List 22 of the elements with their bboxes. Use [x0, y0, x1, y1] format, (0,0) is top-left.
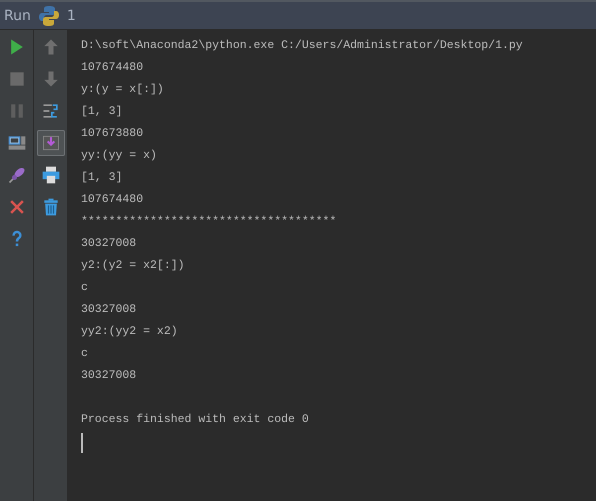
console-line: 107674480 — [81, 192, 144, 208]
console-line: c — [81, 280, 89, 296]
scroll-to-end-icon[interactable] — [36, 130, 64, 156]
text-cursor — [81, 433, 83, 453]
run-tab-label[interactable]: 1 — [66, 8, 76, 24]
console-line: [1, 3] — [81, 170, 124, 186]
console-line: D:\soft\Anaconda2\python.exe C:/Users/Administrator/Desktop/1.py — [81, 38, 524, 54]
console-line: y2:(y2 = x2[:]) — [81, 258, 186, 274]
panel-title: Run — [4, 8, 31, 24]
console-line: 107674480 — [81, 60, 144, 76]
console-line: 30327008 — [81, 236, 138, 252]
console-line: y:(y = x[:]) — [81, 82, 165, 98]
console-line: yy:(yy = x) — [81, 148, 158, 164]
python-icon — [36, 4, 61, 28]
console-line: 30327008 — [81, 302, 138, 318]
console-line: [1, 3] — [81, 104, 124, 120]
console-line: yy2:(yy2 = x2) — [81, 324, 179, 340]
exit-message: Process finished with exit code 0 — [81, 412, 310, 428]
console-line: 30327008 — [81, 368, 138, 384]
console-line: c — [81, 346, 89, 362]
console-line: 107673880 — [81, 126, 144, 142]
console-line: ************************************* — [81, 214, 338, 230]
